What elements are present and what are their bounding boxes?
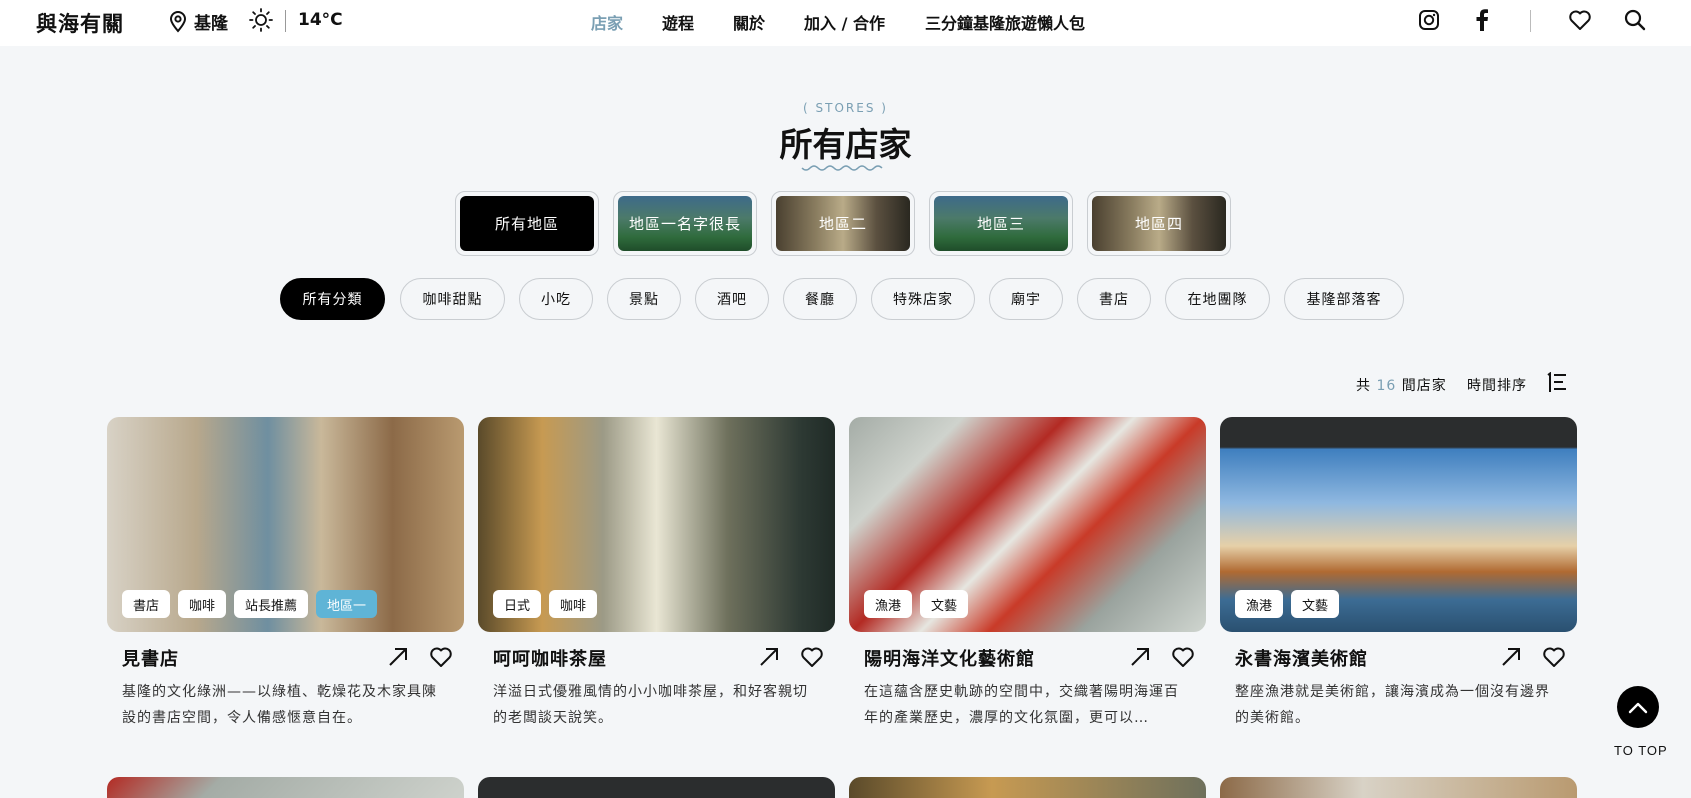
card-description: 洋溢日式優雅風情的小小咖啡茶屋，和好客親切的老闆談天說笑。 (493, 684, 808, 726)
card-title[interactable]: 陽明海洋文化藝術館 (864, 645, 1035, 671)
category-pill-all[interactable]: 所有分類 (280, 278, 385, 320)
nav-stores[interactable]: 店家 (591, 10, 623, 34)
card-description: 整座漁港就是美術館，讓海濱成為一個沒有邊界的美術館。 (1235, 684, 1550, 726)
card-title[interactable]: 見書店 (122, 645, 179, 671)
heart-icon[interactable] (800, 646, 824, 668)
to-top-label[interactable]: TO TOP (1614, 743, 1668, 758)
region-tag: 地區一 (316, 590, 378, 618)
sun-icon (249, 8, 273, 32)
category-pill-attractions[interactable]: 景點 (607, 278, 681, 320)
arrow-up-right-icon[interactable] (1129, 646, 1151, 668)
category-pill-snacks[interactable]: 小吃 (519, 278, 593, 320)
card-tag: 站長推薦 (234, 590, 309, 618)
category-pill-bloggers[interactable]: 基隆部落客 (1284, 278, 1404, 320)
region-tab-1[interactable]: 地區一名字很長 (613, 191, 757, 256)
card-tags: 漁港 文藝 (864, 590, 969, 618)
category-pill-local-teams[interactable]: 在地團隊 (1165, 278, 1270, 320)
divider (1530, 10, 1531, 32)
arrow-up-right-icon[interactable] (1500, 646, 1522, 668)
map-pin-icon (169, 10, 187, 33)
card-description: 在這蘊含歷史軌跡的空間中，交織著陽明海運百年的產業歷史，濃厚的文化氛圍，更可以… (864, 684, 1179, 726)
card-tag: 日式 (493, 590, 542, 618)
arrow-up-right-icon[interactable] (758, 646, 780, 668)
card-tag: 咖啡 (549, 590, 598, 618)
card-tags: 書店 咖啡 站長推薦 地區一 (122, 590, 378, 618)
sort-icon[interactable] (1545, 372, 1567, 394)
region-label: 所有地區 (460, 196, 594, 251)
facebook-icon[interactable] (1474, 9, 1490, 31)
nav-about[interactable]: 關於 (733, 10, 765, 34)
card-title[interactable]: 呵呵咖啡茶屋 (493, 645, 607, 671)
search-icon[interactable] (1624, 9, 1646, 31)
nav-guide[interactable]: 三分鐘基隆旅遊懶人包 (925, 10, 1085, 34)
region-tab-3[interactable]: 地區三 (929, 191, 1073, 256)
sort-label[interactable]: 時間排序 (1467, 375, 1527, 395)
category-pill-special[interactable]: 特殊店家 (871, 278, 975, 320)
top-header: 與海有關 基隆 14°C 店家 遊程 關於 加入 / 合作 三分鐘基隆旅遊懶人包 (0, 0, 1691, 46)
region-label: 地區三 (934, 196, 1068, 251)
card-tags: 日式 咖啡 (493, 590, 598, 618)
region-tab-4[interactable]: 地區四 (1087, 191, 1231, 256)
chevron-up-icon (1628, 702, 1648, 714)
card-tag: 文藝 (1291, 590, 1340, 618)
divider (285, 10, 286, 32)
category-pill-restaurants[interactable]: 餐廳 (783, 278, 857, 320)
region-label: 地區一名字很長 (618, 196, 752, 251)
card-image[interactable] (1220, 777, 1577, 798)
card-tag: 文藝 (920, 590, 969, 618)
count-number: 16 (1376, 378, 1397, 394)
store-count: 共 16 間店家 (1356, 375, 1447, 395)
nav-join[interactable]: 加入 / 合作 (804, 10, 885, 34)
card-description: 基隆的文化綠洲——以綠植、乾燥花及木家具陳設的書店空間，令人備感愜意自在。 (122, 684, 437, 726)
category-pill-temples[interactable]: 廟宇 (989, 278, 1063, 320)
region-label: 地區四 (1092, 196, 1226, 251)
category-pill-bookstores[interactable]: 書店 (1077, 278, 1151, 320)
instagram-icon[interactable] (1418, 9, 1440, 31)
heart-icon[interactable] (1568, 9, 1592, 31)
card-tag: 書店 (122, 590, 171, 618)
card-title[interactable]: 永書海濱美術館 (1235, 645, 1368, 671)
arrow-up-right-icon[interactable] (387, 646, 409, 668)
site-logo[interactable]: 與海有關 (36, 8, 124, 38)
card-tag: 咖啡 (178, 590, 227, 618)
heart-icon[interactable] (429, 646, 453, 668)
temperature: 14°C (298, 10, 343, 30)
category-pill-bars[interactable]: 酒吧 (695, 278, 769, 320)
count-suffix: 間店家 (1401, 378, 1447, 394)
region-label: 地區二 (776, 196, 910, 251)
card-image[interactable] (849, 777, 1206, 798)
location-indicator[interactable]: 基隆 (168, 9, 228, 34)
count-prefix: 共 (1356, 378, 1371, 394)
location-label: 基隆 (194, 14, 228, 34)
heart-icon[interactable] (1542, 646, 1566, 668)
card-tag: 漁港 (1235, 590, 1284, 618)
to-top-button[interactable] (1617, 686, 1659, 728)
card-tag: 漁港 (864, 590, 913, 618)
category-pill-coffee[interactable]: 咖啡甜點 (400, 278, 505, 320)
card-image[interactable] (478, 777, 835, 798)
wave-divider-icon (801, 165, 883, 171)
nav-tours[interactable]: 遊程 (662, 10, 694, 34)
card-tags: 漁港 文藝 (1235, 590, 1340, 618)
page-title: 所有店家 (779, 125, 912, 164)
card-image[interactable] (107, 777, 464, 798)
region-tab-2[interactable]: 地區二 (771, 191, 915, 256)
section-eyebrow: ( STORES ) (803, 101, 888, 115)
heart-icon[interactable] (1171, 646, 1195, 668)
region-tab-all[interactable]: 所有地區 (455, 191, 599, 256)
